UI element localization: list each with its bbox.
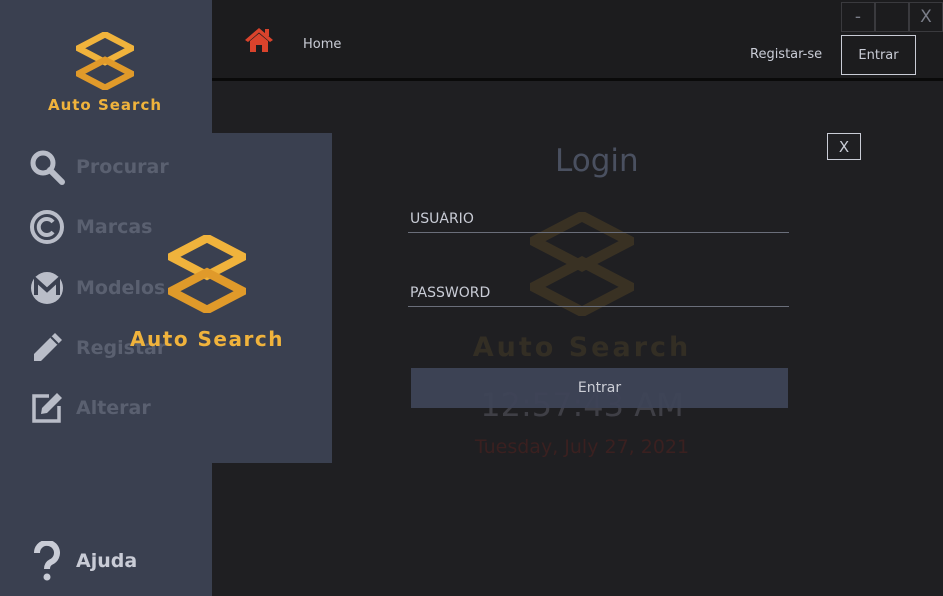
enter-button[interactable]: Entrar xyxy=(841,35,916,75)
username-field[interactable] xyxy=(408,205,789,233)
home-link[interactable]: Home xyxy=(303,37,341,52)
sidebar-brand: Auto Search xyxy=(47,96,163,114)
password-field[interactable] xyxy=(408,279,789,307)
question-icon xyxy=(28,541,66,581)
top-bar: Home Registar-se Entrar - X xyxy=(212,0,943,81)
flyout-logo: Auto Search xyxy=(122,233,292,351)
clock-date: Tuesday, July 27, 2021 xyxy=(474,436,690,458)
minimize-button[interactable]: - xyxy=(841,2,875,32)
sidebar-item-procurar[interactable]: Procurar xyxy=(28,147,169,187)
close-window-button[interactable]: X xyxy=(909,2,943,32)
sidebar-item-alterar[interactable]: Alterar xyxy=(28,388,151,428)
sidebar-item-label: Alterar xyxy=(76,397,151,419)
home-icon[interactable] xyxy=(244,26,274,54)
logo-icon xyxy=(161,233,253,315)
flyout-brand: Auto Search xyxy=(130,327,284,351)
search-icon xyxy=(28,148,66,186)
sidebar-help-label: Ajuda xyxy=(76,550,138,572)
app-window: Auto Search 12:57:43 AM Tuesday, July 27… xyxy=(0,0,943,596)
register-link[interactable]: Registar-se xyxy=(750,47,822,62)
copyright-icon xyxy=(28,208,66,246)
monero-icon xyxy=(28,269,66,307)
sidebar-item-label: Procurar xyxy=(76,156,169,178)
login-title: Login xyxy=(555,143,639,179)
close-login-button[interactable]: X xyxy=(827,133,861,160)
sidebar-item-ajuda[interactable]: Ajuda xyxy=(28,541,137,581)
logo-icon xyxy=(76,32,134,90)
login-submit-button[interactable]: Entrar xyxy=(411,368,788,408)
edit-icon xyxy=(28,389,66,427)
pencil-icon xyxy=(28,329,66,367)
sidebar-logo: Auto Search xyxy=(40,32,170,114)
maximize-button[interactable] xyxy=(875,2,909,32)
background-brand: Auto Search xyxy=(472,332,692,363)
